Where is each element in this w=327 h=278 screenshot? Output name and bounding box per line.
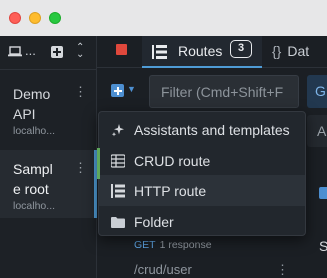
close-window-button[interactable]: [9, 12, 21, 24]
folder-icon: [111, 217, 125, 228]
menu-item-assistants-templates[interactable]: Assistants and templates: [99, 114, 305, 145]
routes-toolbar: ▼ G: [97, 69, 327, 115]
stop-server-button[interactable]: [116, 44, 127, 55]
environment-menu-ellipsis[interactable]: ...: [25, 43, 36, 58]
menu-item-crud-route[interactable]: CRUD route: [99, 145, 305, 176]
menu-item-http-route[interactable]: HTTP route: [99, 175, 305, 206]
environment-item-demo-api[interactable]: Demo API localho... ⋮: [0, 84, 97, 150]
braces-icon: {}: [272, 43, 282, 59]
partial-blue-button[interactable]: [319, 187, 327, 199]
add-route-menu: Assistants and templates CRUD route HTTP…: [98, 111, 306, 236]
menu-item-label: Folder: [134, 214, 174, 230]
laptop-icon[interactable]: [8, 46, 22, 57]
menu-item-label: CRUD route: [134, 153, 211, 169]
menu-item-folder[interactable]: Folder: [99, 206, 305, 237]
tab-routes-label: Routes: [178, 43, 223, 59]
tab-data[interactable]: {} Dat: [272, 43, 309, 59]
routes-grid-icon: [152, 45, 167, 59]
kebab-menu-icon[interactable]: ⋮: [74, 161, 87, 174]
menu-item-label: Assistants and templates: [134, 122, 290, 138]
minimize-window-button[interactable]: [29, 12, 41, 24]
route-meta: GET 1 response: [134, 239, 212, 251]
window-titlebar: [0, 0, 327, 36]
partial-field[interactable]: A: [307, 115, 327, 147]
route-responses: 1 response: [159, 239, 212, 251]
filter-routes-input[interactable]: [149, 75, 299, 108]
routes-count-badge: 3: [230, 40, 252, 58]
crud-indicator-bar: [97, 148, 100, 179]
partial-action-button[interactable]: G: [307, 75, 327, 108]
kebab-menu-icon[interactable]: ⋮: [276, 262, 289, 278]
chevron-double-icon[interactable]: ⌃ ⌄: [76, 43, 84, 60]
route-method: GET: [134, 239, 156, 251]
crud-grid-icon: [111, 154, 125, 168]
environment-host: localho...: [13, 125, 56, 137]
zoom-window-button[interactable]: [49, 12, 61, 24]
tab-routes[interactable]: Routes 3: [142, 36, 262, 68]
environment-host: localho...: [13, 200, 56, 212]
environment-item-sample-root[interactable]: Sampl e root localho... ⋮: [0, 150, 97, 218]
partial-tab[interactable]: S: [307, 234, 327, 258]
add-route-button[interactable]: [111, 84, 124, 97]
environments-sidebar: ... ⌃ ⌄ Demo API localho... ⋮ Sampl e roo…: [0, 36, 97, 278]
menu-item-label: HTTP route: [134, 183, 207, 199]
route-path[interactable]: /crud/user: [134, 262, 192, 277]
chevron-down-icon[interactable]: ▼: [127, 84, 136, 94]
sidebar-toolbar: ... ⌃ ⌄: [0, 36, 96, 70]
main-tabbar: Routes 3 {} Dat: [97, 36, 327, 68]
route-icon: [111, 184, 125, 198]
kebab-menu-icon[interactable]: ⋮: [74, 85, 87, 98]
sparkle-icon: [111, 124, 124, 137]
add-environment-icon[interactable]: [51, 46, 63, 58]
tab-data-label: Dat: [287, 43, 310, 59]
